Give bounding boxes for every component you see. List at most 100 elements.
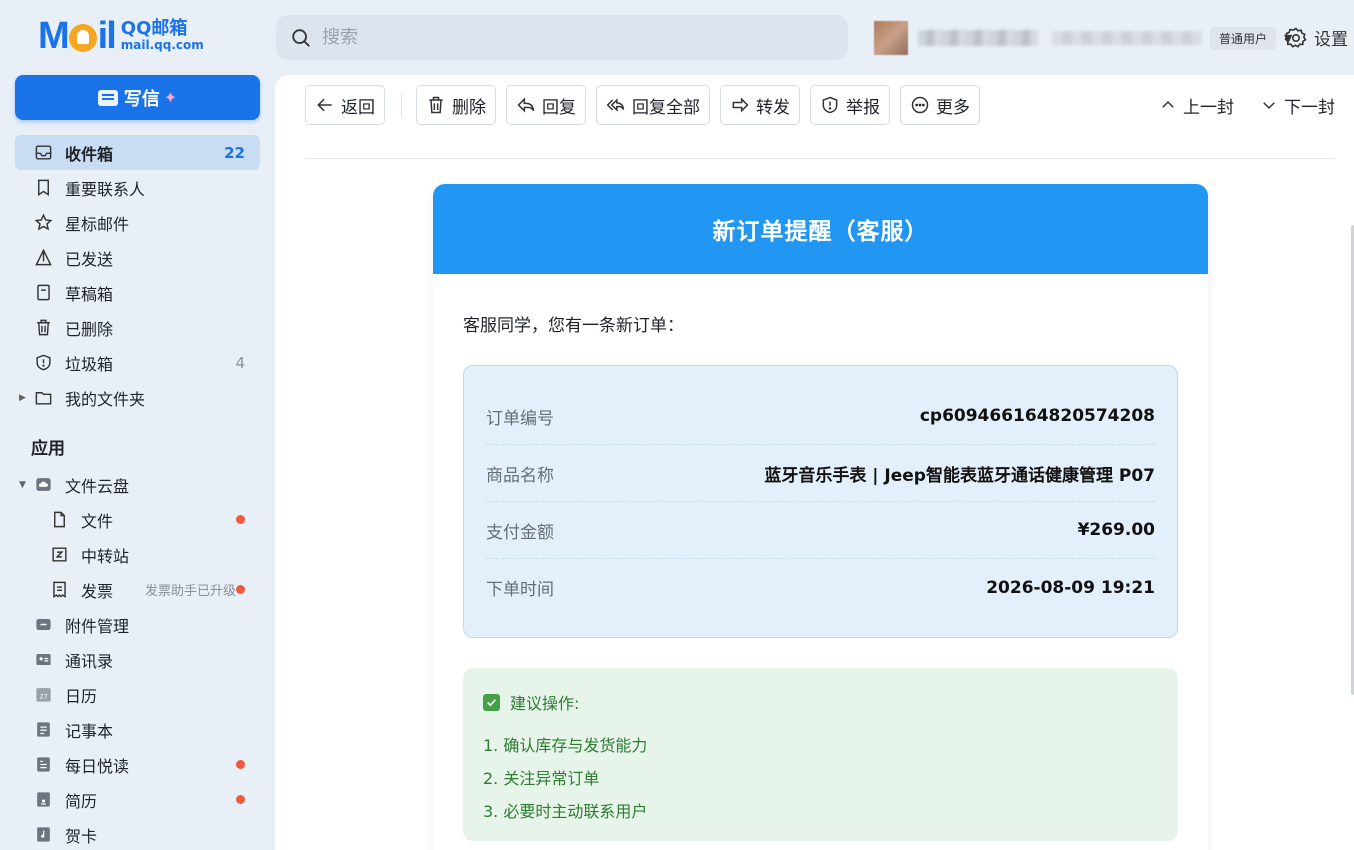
sent-icon	[33, 248, 53, 268]
sidebar-item-label: 已发送	[65, 249, 114, 269]
compose-button[interactable]: 写信 ✦	[15, 75, 260, 120]
order-row: 商品名称 蓝牙音乐手表 | Jeep智能表蓝牙通话健康管理 P07	[486, 445, 1155, 502]
file-icon	[49, 510, 69, 530]
logo-cn: QQ邮箱	[120, 18, 188, 40]
sidebar-item-label: 日历	[65, 686, 98, 706]
order-field-label: 订单编号	[486, 408, 554, 429]
sidebar-item-drafts[interactable]: 草稿箱	[15, 275, 260, 310]
sidebar-item-invoice[interactable]: 发票 发票助手已升级	[15, 572, 260, 607]
sidebar-item-label: 我的文件夹	[65, 389, 146, 409]
sidebar-item-starred[interactable]: 星标邮件	[15, 205, 260, 240]
back-button[interactable]: 返回	[305, 85, 385, 125]
notification-dot	[236, 585, 245, 594]
order-field-label: 商品名称	[486, 465, 554, 486]
sidebar-item-deleted[interactable]: 已删除	[15, 310, 260, 345]
sidebar-item-spam[interactable]: 垃圾箱 4	[15, 345, 260, 380]
previous-mail-button[interactable]: 上一封	[1159, 93, 1234, 118]
reply-all-label: 回复全部	[632, 97, 700, 118]
search-bar[interactable]	[276, 15, 848, 60]
sidebar-item-inbox[interactable]: 收件箱 22	[15, 135, 260, 170]
sidebar-item-transfer[interactable]: 中转站	[15, 537, 260, 572]
suggested-action-item: 1. 确认库存与发货能力	[483, 735, 648, 755]
sidebar-item-contacts[interactable]: 通讯录	[15, 642, 260, 677]
attachment-icon	[33, 615, 53, 635]
more-button[interactable]: 更多	[900, 85, 980, 125]
user-tier-badge: 普通用户	[1210, 26, 1277, 50]
sidebar-item-files[interactable]: 文件	[15, 502, 260, 537]
delete-button[interactable]: 删除	[416, 85, 496, 125]
report-label: 举报	[846, 97, 880, 118]
chevron-down-icon	[1263, 102, 1275, 110]
trash-icon	[429, 96, 443, 114]
next-mail-label: 下一封	[1284, 97, 1335, 118]
reply-all-icon	[606, 98, 625, 112]
sidebar-item-vip[interactable]: 重要联系人	[15, 170, 260, 205]
delete-label: 删除	[452, 97, 486, 118]
sidebar-item-label: 发票	[81, 581, 114, 601]
arrow-left-icon	[317, 98, 332, 112]
forward-button[interactable]: 转发	[720, 85, 800, 125]
reply-all-button[interactable]: 回复全部	[596, 85, 710, 125]
invoice-upgrade-hint: 发票助手已升级	[144, 584, 236, 599]
notification-dot	[236, 760, 245, 769]
search-input[interactable]	[322, 27, 802, 48]
blurred-user-name	[918, 30, 1038, 46]
qq-mail-logo[interactable]: Mil QQ邮箱 mail.qq.com	[38, 16, 204, 56]
sidebar-item-sent[interactable]: 已发送	[15, 240, 260, 275]
sidebar-item-resume[interactable]: 简历	[15, 782, 260, 817]
sidebar-item-label: 通讯录	[65, 651, 114, 671]
expand-arrow-icon[interactable]: ▶	[19, 393, 26, 403]
collapse-arrow-icon[interactable]: ▼	[19, 480, 26, 490]
forward-label: 转发	[756, 97, 790, 118]
previous-mail-label: 上一封	[1183, 97, 1234, 118]
reply-button[interactable]: 回复	[506, 85, 586, 125]
spam-count: 4	[235, 353, 245, 372]
sidebar-item-label: 星标邮件	[65, 214, 130, 234]
forward-icon	[732, 97, 749, 113]
sidebar-item-cards[interactable]: 贺卡	[15, 817, 260, 850]
notepad-icon	[33, 720, 53, 740]
order-info-box: 订单编号 cp609466164820574208 商品名称 蓝牙音乐手表 | …	[463, 365, 1178, 638]
user-account[interactable]: 普通用户 ▼	[874, 18, 1292, 58]
suggested-action-item: 2. 关注异常订单	[483, 768, 600, 788]
mail-logo-mark: Mil	[38, 15, 117, 57]
suggested-actions-title: 建议操作:	[510, 694, 580, 713]
blurred-user-email	[1052, 31, 1202, 45]
sidebar-item-label: 文件云盘	[65, 476, 130, 496]
sidebar-item-label: 草稿箱	[65, 284, 114, 304]
resume-icon	[33, 790, 53, 810]
order-field-label: 支付金额	[486, 522, 554, 543]
email-greeting: 客服同学，您有一条新订单：	[463, 316, 684, 336]
sidebar-item-label: 附件管理	[65, 616, 130, 636]
order-field-label: 下单时间	[486, 580, 554, 600]
sidebar-item-label: 文件	[81, 511, 114, 531]
transfer-station-icon	[49, 545, 69, 565]
back-label: 返回	[341, 97, 375, 118]
more-label: 更多	[936, 97, 970, 118]
avatar[interactable]	[874, 21, 908, 55]
apps-section-title: 应用	[31, 439, 65, 459]
sidebar-item-label: 记事本	[65, 721, 114, 741]
draft-icon	[33, 283, 53, 303]
sidebar-item-cloud-drive[interactable]: ▼ 文件云盘	[15, 467, 260, 502]
sidebar-item-label: 收件箱	[65, 144, 114, 164]
shield-alert-icon	[822, 96, 838, 114]
settings-button[interactable]: 设置	[1284, 25, 1348, 50]
report-button[interactable]: 举报	[810, 85, 890, 125]
checkbox-checked-icon	[483, 693, 500, 711]
notification-dot	[236, 515, 245, 524]
greeting-card-icon	[33, 825, 53, 845]
compose-label: 写信	[123, 88, 160, 110]
next-mail-button[interactable]: 下一封	[1260, 93, 1335, 118]
sidebar: 写信 ✦ 收件箱 22 重要联系人 星标邮件 已发送 草稿箱 已删除 垃圾箱 4…	[0, 75, 275, 850]
sidebar-item-calendar[interactable]: 27 日历	[15, 677, 260, 712]
sidebar-item-notes[interactable]: 记事本	[15, 712, 260, 747]
settings-label: 设置	[1314, 30, 1348, 50]
sidebar-item-label: 每日悦读	[65, 756, 130, 776]
order-field-value: 蓝牙音乐手表 | Jeep智能表蓝牙通话健康管理 P07	[764, 465, 1155, 486]
sidebar-item-my-folders[interactable]: ▶ 我的文件夹	[15, 380, 260, 415]
suggested-actions-heading: 建议操作:	[483, 690, 1158, 714]
sidebar-item-attachments[interactable]: 附件管理	[15, 607, 260, 642]
order-field-value: cp609466164820574208	[919, 406, 1155, 426]
sidebar-item-daily-reading[interactable]: 每日悦读	[15, 747, 260, 782]
